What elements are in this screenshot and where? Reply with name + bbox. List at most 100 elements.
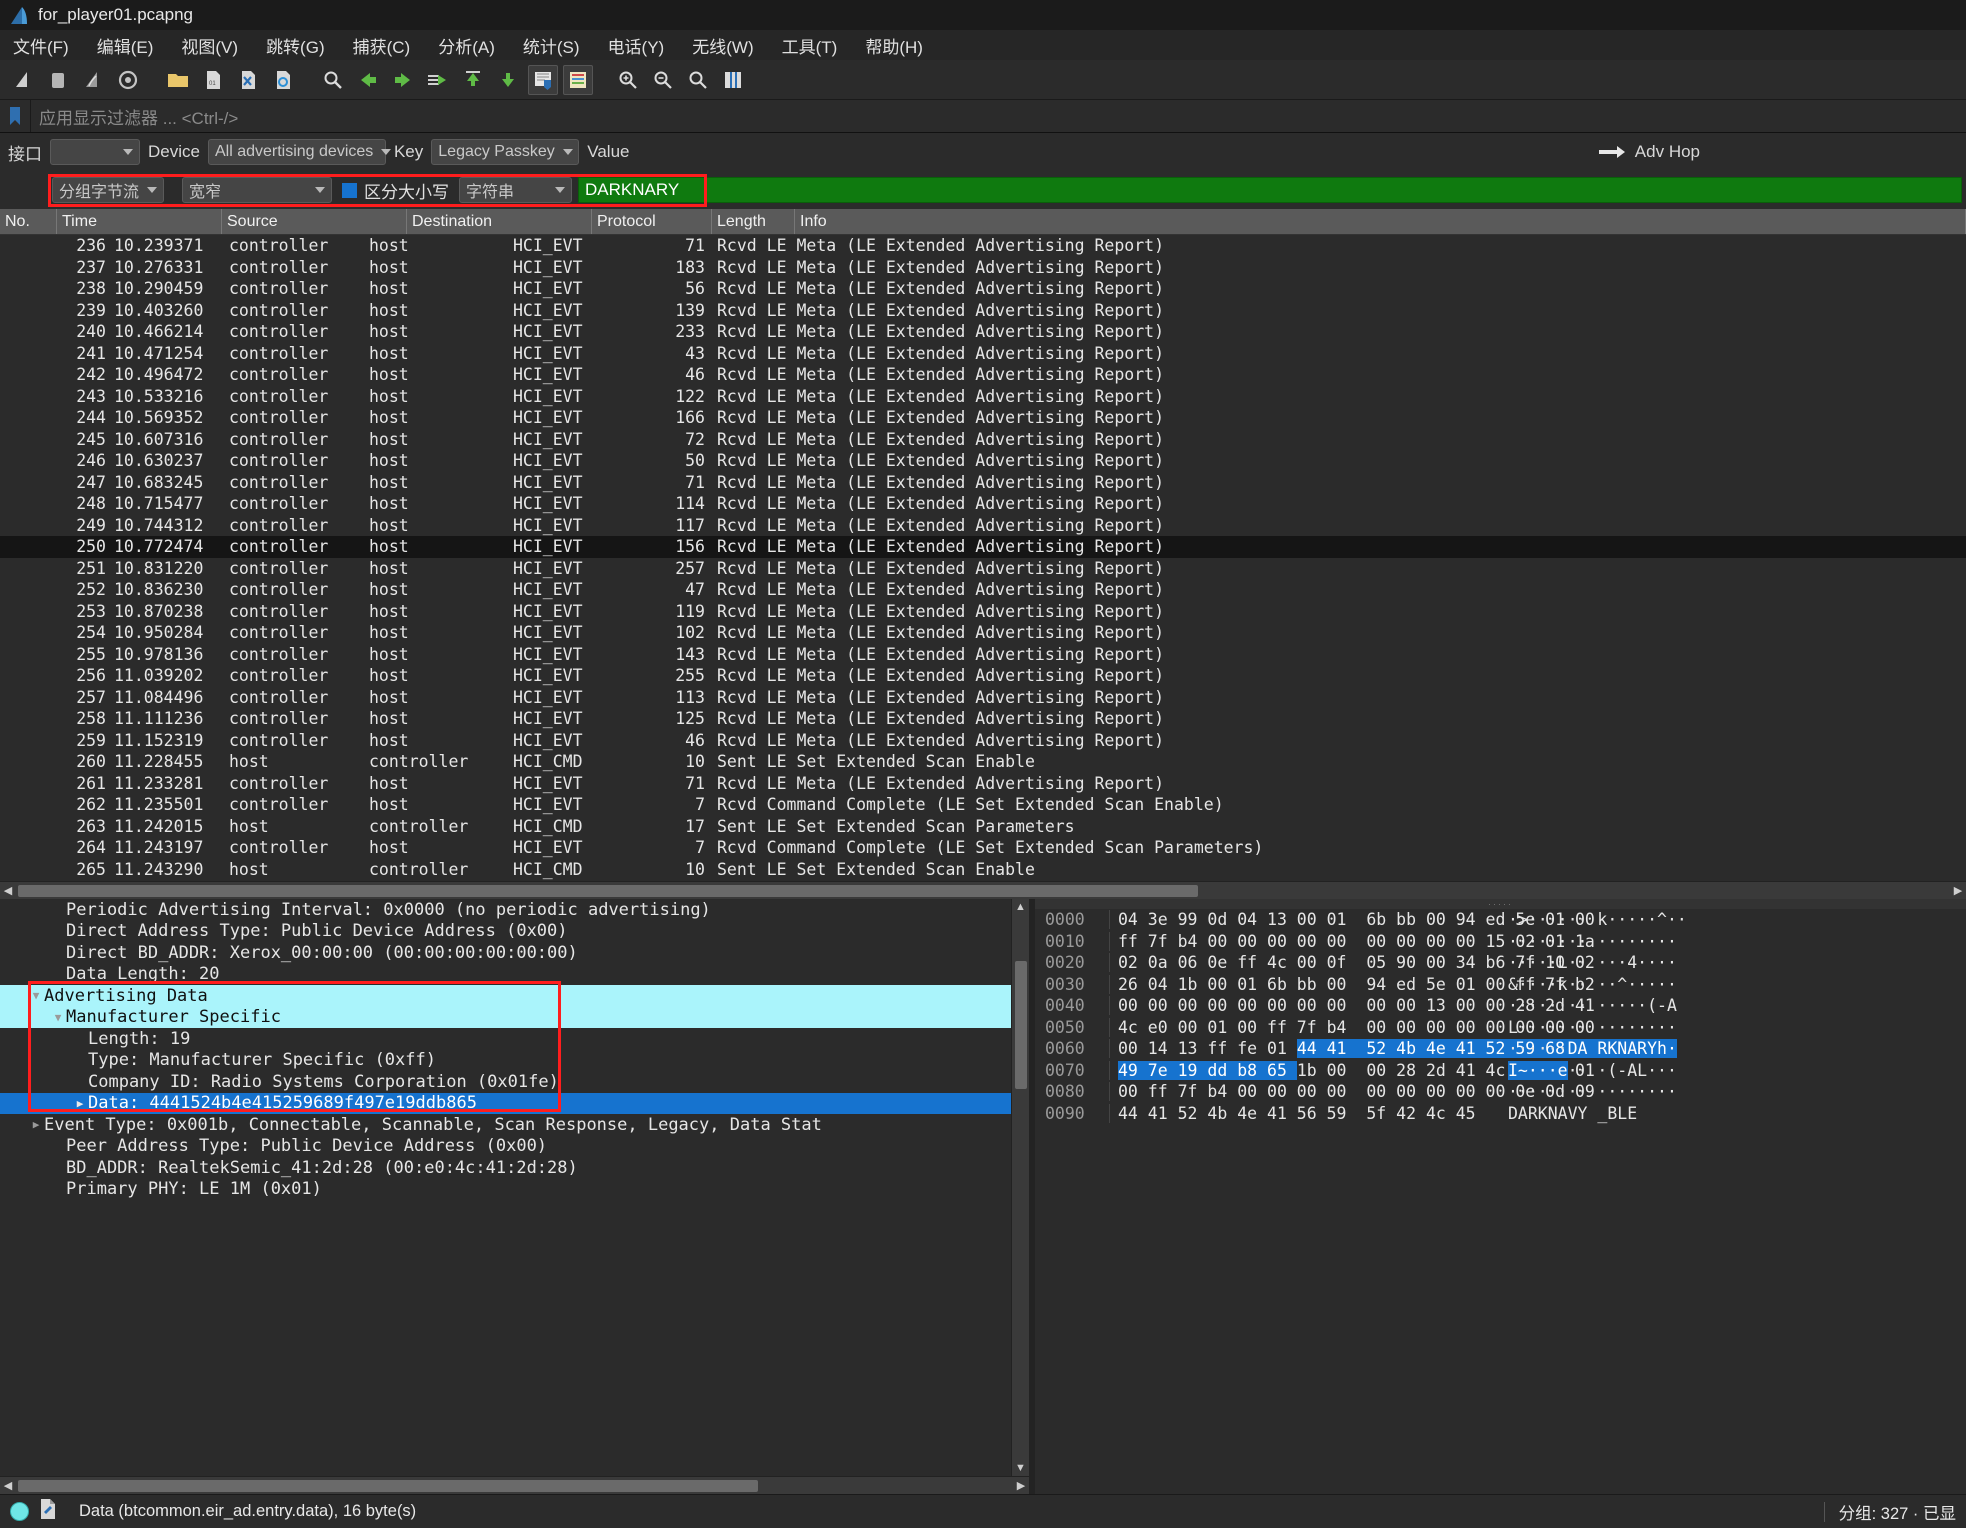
hex-dump-row[interactable]: 0040 00 00 00 00 00 00 00 00 00 00 13 00 … — [1035, 995, 1966, 1017]
hscroll-thumb[interactable] — [18, 884, 1198, 897]
go-to-packet-icon[interactable] — [423, 65, 453, 95]
hex-bytes[interactable]: 04 3e 99 0d 04 13 00 01 6b bb 00 94 ed 5… — [1109, 910, 1595, 930]
detail-tree-row[interactable]: Primary PHY: LE 1M (0x01) — [0, 1179, 1011, 1201]
menu-wireless[interactable]: 无线(W) — [689, 32, 756, 59]
capture-file-properties-icon[interactable] — [39, 1498, 57, 1525]
scroll-down-icon[interactable]: ▼ — [1012, 1460, 1029, 1476]
detail-tree-row[interactable]: Type: Manufacturer Specific (0xff) — [0, 1050, 1011, 1072]
table-row[interactable]: 255 10.978136 controller host HCI_EVT 143 Rcvd… — [0, 644, 1966, 666]
table-row[interactable]: 260 11.228455 host controller HCI_CMD 10 Sent … — [0, 751, 1966, 773]
table-row[interactable]: 259 11.152319 controller host HCI_EVT 46 Rcvd … — [0, 730, 1966, 752]
table-row[interactable]: 237 10.276331 controller host HCI_EVT 183 Rcvd… — [0, 257, 1966, 279]
detail-tree-row[interactable]: ▶ Data: 4441524b4e415259689f497e19ddb865 — [0, 1092, 1011, 1114]
detail-hscrollbar[interactable]: ◀ ▶ — [0, 1476, 1029, 1494]
hex-bytes[interactable]: 26 04 1b 00 01 6b bb 00 94 ed 5e 01 00 f… — [1109, 974, 1595, 994]
hex-ascii[interactable]: ········ ········ — [1500, 932, 1677, 951]
packet-list[interactable]: 236 10.239371 controller host HCI_EVT 71 Rcvd … — [0, 235, 1966, 881]
hex-dump-row[interactable]: 0030 26 04 1b 00 01 6b bb 00 94 ed 5e 01 … — [1035, 974, 1966, 996]
table-row[interactable]: 241 10.471254 controller host HCI_EVT 43 Rcvd … — [0, 343, 1966, 365]
scroll-right-icon[interactable]: ▶ — [1013, 1477, 1029, 1494]
device-select[interactable]: All advertising devices — [207, 139, 392, 165]
hex-ascii[interactable]: ········ ········ — [1500, 1082, 1677, 1101]
detail-tree-row[interactable]: Length: 19 — [0, 1028, 1011, 1050]
chevron-right-icon[interactable]: ▶ — [28, 1118, 44, 1131]
detail-tree-row[interactable]: ▼ Advertising Data — [0, 985, 1011, 1007]
value-input[interactable] — [637, 139, 1589, 165]
table-row[interactable]: 263 11.242015 host controller HCI_CMD 17 Sent … — [0, 816, 1966, 838]
detail-tree-row[interactable]: Periodic Advertising Interval: 0x0000 (n… — [0, 899, 1011, 921]
menu-go[interactable]: 跳转(G) — [263, 32, 328, 59]
menu-statistics[interactable]: 统计(S) — [520, 32, 583, 59]
display-filter-input[interactable]: 应用显示过滤器 ... <Ctrl-/> — [30, 100, 1966, 132]
go-back-icon[interactable] — [353, 65, 383, 95]
zoom-out-icon[interactable] — [648, 65, 678, 95]
col-source[interactable]: Source — [222, 209, 407, 234]
hex-bytes[interactable]: 00 14 13 ff fe 01 44 41 52 4b 4e 41 52 5… — [1109, 1039, 1595, 1059]
scroll-right-icon[interactable]: ▶ — [1950, 882, 1966, 899]
hex-bytes[interactable]: ff 7f b4 00 00 00 00 00 00 00 00 00 15 0… — [1109, 931, 1595, 951]
packet-detail-tree[interactable]: Periodic Advertising Interval: 0x0000 (n… — [0, 899, 1011, 1200]
col-no[interactable]: No. — [0, 209, 57, 234]
detail-tree-row[interactable]: ▼ Manufacturer Specific — [0, 1006, 1011, 1028]
go-last-packet-icon[interactable] — [493, 65, 523, 95]
detail-hscroll-thumb[interactable] — [18, 1479, 758, 1492]
table-row[interactable]: 242 10.496472 controller host HCI_EVT 46 Rcvd … — [0, 364, 1966, 386]
chevron-down-icon[interactable]: ▼ — [28, 989, 44, 1002]
detail-tree-row[interactable]: Peer Address Type: Public Device Address… — [0, 1136, 1011, 1158]
expert-info-icon[interactable] — [10, 1502, 29, 1521]
adv-hop-label[interactable]: Adv Hop — [1635, 142, 1700, 162]
detail-tree-row[interactable]: Company ID: Radio Systems Corporation (0… — [0, 1071, 1011, 1093]
table-row[interactable]: 254 10.950284 controller host HCI_EVT 102 Rcvd… — [0, 622, 1966, 644]
hex-bytes[interactable]: 02 0a 06 0e ff 4c 00 0f 05 90 00 34 b6 7… — [1109, 953, 1595, 973]
table-row[interactable]: 243 10.533216 controller host HCI_EVT 122 Rcvd… — [0, 386, 1966, 408]
detail-tree-row[interactable]: Data Length: 20 — [0, 964, 1011, 986]
detail-vscroll-track[interactable] — [1012, 915, 1029, 1460]
menu-tools[interactable]: 工具(T) — [779, 32, 841, 59]
interface-select[interactable] — [50, 139, 140, 165]
table-row[interactable]: 238 10.290459 controller host HCI_EVT 56 Rcvd … — [0, 278, 1966, 300]
packet-list-hscrollbar[interactable]: ◀ ▶ — [0, 881, 1966, 899]
hex-ascii[interactable]: ········ ·····(-A — [1500, 996, 1677, 1015]
find-packet-icon[interactable] — [318, 65, 348, 95]
hex-dump-row[interactable]: 0090 44 41 52 4b 4e 41 56 59 5f 42 4c 45 D… — [1035, 1103, 1966, 1125]
col-length[interactable]: Length — [712, 209, 795, 234]
save-file-icon[interactable]: 01 — [198, 65, 228, 95]
menu-telephony[interactable]: 电话(Y) — [605, 32, 668, 59]
hex-bytes[interactable]: 00 ff 7f b4 00 00 00 00 00 00 00 00 00 0… — [1109, 1082, 1595, 1102]
key-select[interactable]: Legacy Passkey — [431, 139, 580, 165]
hex-bytes[interactable]: 49 7e 19 dd b8 65 1b 00 00 28 2d 41 4c e… — [1109, 1060, 1595, 1080]
table-row[interactable]: 251 10.831220 controller host HCI_EVT 257 Rcvd… — [0, 558, 1966, 580]
hex-ascii[interactable]: ·····L·· ···4···· — [1500, 953, 1677, 972]
zoom-in-icon[interactable] — [613, 65, 643, 95]
bookmark-icon[interactable] — [0, 100, 30, 132]
detail-tree-row[interactable]: Direct BD_ADDR: Xerox_00:00:00 (00:00:00… — [0, 942, 1011, 964]
hex-ascii[interactable]: &····k·· ··^····· — [1500, 975, 1677, 994]
hex-bytes[interactable]: 4c e0 00 01 00 ff 7f b4 00 00 00 00 00 0… — [1109, 1017, 1595, 1037]
detail-tree-row[interactable]: Direct Address Type: Public Device Addre… — [0, 921, 1011, 943]
find-width-select[interactable]: 宽窄 — [182, 177, 332, 203]
detail-tree-row[interactable]: BD_ADDR: RealtekSemic_41:2d:28 (00:e0:4c… — [0, 1157, 1011, 1179]
menu-help[interactable]: 帮助(H) — [862, 32, 926, 59]
table-row[interactable]: 261 11.233281 controller host HCI_EVT 71 Rcvd … — [0, 773, 1966, 795]
hex-ascii[interactable]: L······· ········ — [1500, 1018, 1677, 1037]
menu-capture[interactable]: 捕获(C) — [350, 32, 414, 59]
table-row[interactable]: 258 11.111236 controller host HCI_EVT 125 Rcvd… — [0, 708, 1966, 730]
col-protocol[interactable]: Protocol — [592, 209, 712, 234]
table-row[interactable]: 256 11.039202 controller host HCI_EVT 255 Rcvd… — [0, 665, 1966, 687]
detail-tree-row[interactable]: ▶ Event Type: 0x001b, Connectable, Scanna… — [0, 1114, 1011, 1136]
table-row[interactable]: 239 10.403260 controller host HCI_EVT 139 Rcvd… — [0, 300, 1966, 322]
menu-file[interactable]: 文件(F) — [10, 32, 72, 59]
stop-capture-icon[interactable] — [43, 65, 73, 95]
hex-ascii[interactable]: I~···e·· ·(-AL··· — [1500, 1060, 1677, 1080]
start-capture-icon[interactable] — [8, 65, 38, 95]
hex-dump-row[interactable]: 0010 ff 7f b4 00 00 00 00 00 00 00 00 00 … — [1035, 931, 1966, 953]
close-file-icon[interactable] — [233, 65, 263, 95]
hex-dump-row[interactable]: 0020 02 0a 06 0e ff 4c 00 0f 05 90 00 34 … — [1035, 952, 1966, 974]
col-info[interactable]: Info — [795, 209, 1966, 234]
col-destination[interactable]: Destination — [407, 209, 592, 234]
menu-edit[interactable]: 编辑(E) — [94, 32, 157, 59]
resize-columns-icon[interactable] — [718, 65, 748, 95]
col-time[interactable]: Time — [57, 209, 222, 234]
detail-vscrollbar[interactable]: ▲ ▼ — [1011, 899, 1029, 1476]
hex-ascii[interactable]: ·>······ k·····^·· — [1500, 910, 1687, 929]
